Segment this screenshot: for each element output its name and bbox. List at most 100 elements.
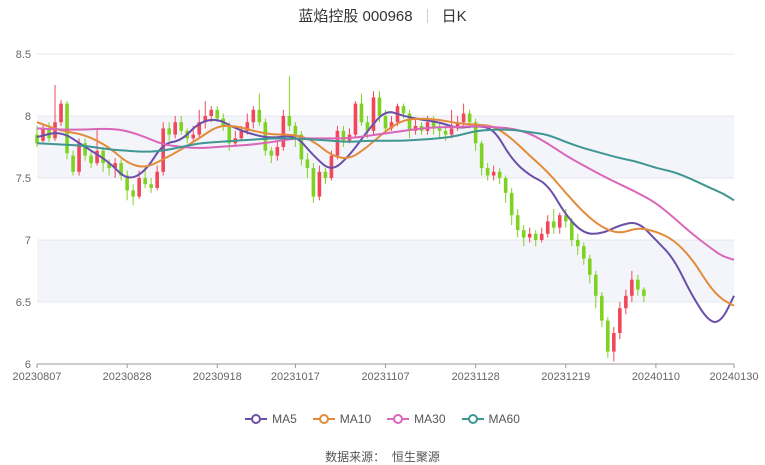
candle-body bbox=[137, 178, 141, 197]
candle-body bbox=[600, 295, 604, 321]
candle bbox=[509, 187, 514, 226]
candle-body bbox=[155, 171, 159, 188]
candle bbox=[359, 93, 364, 126]
candle-body bbox=[287, 116, 292, 126]
legend: MA5 MA10 MA30 MA60 bbox=[0, 412, 765, 427]
candle-body bbox=[173, 122, 178, 135]
candle-body bbox=[491, 171, 496, 176]
candle-body bbox=[359, 103, 364, 123]
candle-body bbox=[587, 258, 592, 275]
candle-body bbox=[443, 130, 448, 135]
candle-body bbox=[77, 143, 81, 172]
candle bbox=[335, 125, 340, 160]
candle-body bbox=[569, 221, 574, 240]
x-tick-label: 20231017 bbox=[271, 371, 320, 383]
candle bbox=[557, 212, 562, 234]
legend-swatch-dot bbox=[251, 414, 262, 424]
data-source: 数据来源： 恒生聚源 bbox=[0, 448, 765, 465]
candle-body bbox=[281, 116, 286, 147]
candle-body bbox=[215, 109, 220, 119]
candle-body bbox=[425, 122, 430, 131]
legend-item-ma60[interactable]: MA60 bbox=[461, 412, 520, 426]
candle-body bbox=[293, 125, 298, 135]
legend-swatch bbox=[245, 414, 268, 424]
x-tick-label: 20230807 bbox=[13, 371, 62, 383]
candle-body bbox=[461, 113, 466, 123]
candle-body bbox=[581, 246, 586, 259]
legend-item-ma5[interactable]: MA5 bbox=[245, 412, 297, 426]
legend-item-ma10[interactable]: MA10 bbox=[312, 412, 372, 426]
candle-body bbox=[497, 171, 502, 178]
candle-body bbox=[636, 279, 640, 290]
legend-label: MA60 bbox=[488, 412, 520, 426]
candle-body bbox=[167, 128, 171, 135]
candle-body bbox=[143, 178, 147, 185]
candle-body bbox=[251, 109, 256, 123]
candle-body bbox=[71, 155, 75, 172]
candle-body bbox=[269, 150, 274, 156]
y-tick-label: 7.5 bbox=[16, 173, 31, 185]
grid-lines bbox=[37, 53, 734, 365]
y-tick-label: 6.5 bbox=[16, 297, 31, 309]
candle-body bbox=[353, 103, 358, 135]
candle-body bbox=[437, 128, 442, 131]
candle-body bbox=[311, 168, 316, 197]
candle-body bbox=[383, 116, 388, 129]
source-provider: 恒生聚源 bbox=[391, 450, 440, 464]
candle-body bbox=[257, 109, 262, 123]
grid-bands bbox=[37, 116, 734, 302]
candle-body bbox=[515, 215, 520, 231]
x-tick-label: 20231128 bbox=[452, 371, 500, 383]
candle-body bbox=[131, 190, 135, 197]
legend-label: MA10 bbox=[339, 412, 372, 426]
candle-body bbox=[624, 295, 628, 309]
candle-body bbox=[335, 130, 340, 156]
legend-label: MA5 bbox=[272, 412, 297, 426]
candle-body bbox=[642, 289, 646, 296]
candle-body bbox=[341, 130, 346, 141]
candle bbox=[600, 292, 604, 327]
candle-body bbox=[467, 113, 472, 123]
candle-body bbox=[618, 308, 622, 333]
legend-swatch-dot bbox=[467, 414, 478, 424]
candle-body bbox=[275, 147, 280, 156]
legend-item-ma30[interactable]: MA30 bbox=[387, 412, 446, 426]
candle bbox=[257, 93, 262, 126]
candle-body bbox=[449, 128, 454, 135]
candle-body bbox=[479, 143, 484, 169]
candle-body bbox=[612, 333, 616, 352]
candle-body bbox=[630, 279, 634, 296]
candle bbox=[371, 91, 376, 135]
candle-body bbox=[606, 320, 610, 352]
legend-swatch-dot bbox=[318, 414, 329, 424]
candle-body bbox=[209, 109, 214, 116]
grid-band bbox=[37, 240, 734, 302]
candle bbox=[311, 163, 316, 203]
candle-body bbox=[533, 233, 538, 240]
x-tick-label: 20231107 bbox=[361, 371, 409, 383]
candle bbox=[545, 215, 550, 238]
y-tick-label: 8.5 bbox=[16, 49, 31, 61]
candle-body bbox=[545, 221, 550, 234]
candle bbox=[59, 99, 63, 126]
legend-swatch-dot bbox=[393, 414, 404, 424]
y-tick-label: 6 bbox=[25, 359, 31, 371]
candlestick-chart: 8.587.576.56 20230807 20230828 20230918 202… bbox=[13, 49, 759, 383]
legend-swatch bbox=[461, 414, 484, 424]
y-tick-label: 7 bbox=[25, 235, 31, 247]
candle bbox=[551, 209, 556, 234]
candle-body bbox=[527, 233, 532, 238]
x-tick-label: 20240130 bbox=[710, 371, 759, 383]
candle-body bbox=[305, 159, 310, 169]
candle-body bbox=[317, 171, 322, 197]
x-tick-label: 20240110 bbox=[632, 371, 680, 383]
candle-body bbox=[539, 233, 544, 240]
legend-swatch bbox=[312, 414, 335, 424]
candle bbox=[131, 184, 135, 206]
candle bbox=[612, 326, 616, 362]
candle bbox=[503, 175, 508, 203]
legend-swatch bbox=[387, 414, 410, 424]
candle-body bbox=[401, 106, 406, 114]
candle-body bbox=[509, 192, 514, 216]
candle bbox=[593, 271, 598, 309]
